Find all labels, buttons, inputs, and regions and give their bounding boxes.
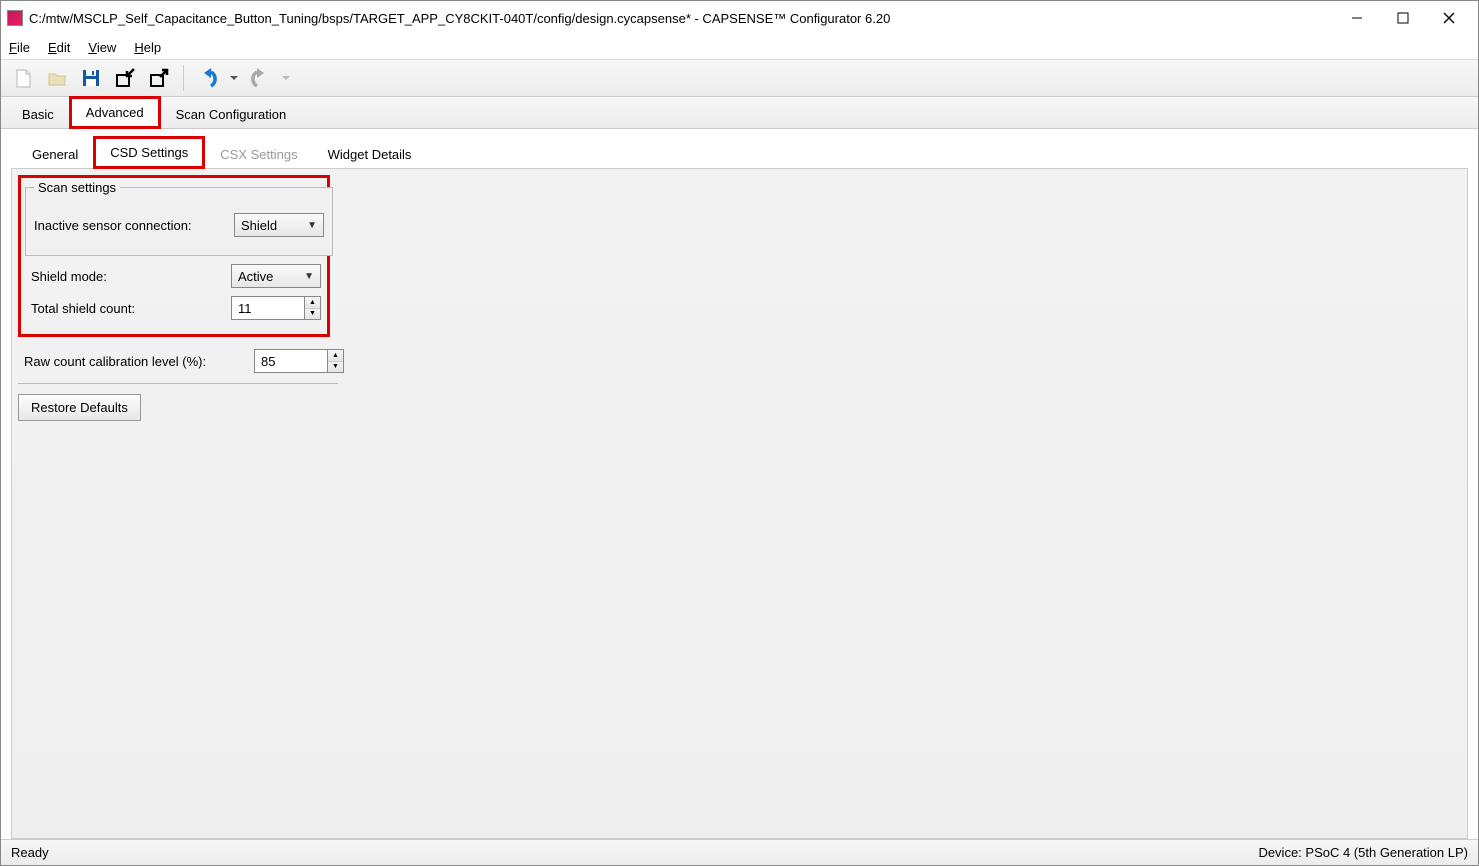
tab-csx-settings[interactable]: CSX Settings — [205, 140, 312, 168]
raw-count-calibration-label: Raw count calibration level (%): — [24, 354, 254, 369]
import-icon[interactable] — [111, 64, 139, 92]
undo-dropdown-icon[interactable] — [228, 64, 240, 92]
inactive-sensor-combo[interactable]: Shield ▼ — [234, 213, 324, 237]
toolbar-separator — [183, 65, 184, 91]
tab-csd-settings[interactable]: CSD Settings — [93, 136, 205, 169]
tab-basic[interactable]: Basic — [7, 100, 69, 128]
status-ready: Ready — [11, 845, 49, 860]
shield-mode-value: Active — [238, 269, 273, 284]
spinner-up-icon[interactable]: ▲ — [305, 297, 320, 309]
menu-help[interactable]: Help — [134, 40, 161, 55]
secondary-tab-bar: General CSD Settings CSX Settings Widget… — [11, 139, 1468, 169]
app-icon — [7, 10, 23, 26]
inactive-sensor-value: Shield — [241, 218, 277, 233]
toolbar — [1, 59, 1478, 97]
shield-mode-combo[interactable]: Active ▼ — [231, 264, 321, 288]
spinner-down-icon[interactable]: ▼ — [328, 362, 343, 373]
divider — [18, 383, 338, 384]
status-device: Device: PSoC 4 (5th Generation LP) — [1258, 845, 1468, 860]
undo-icon[interactable] — [194, 64, 222, 92]
total-shield-count-value: 11 — [232, 301, 304, 316]
chevron-down-icon: ▼ — [307, 220, 317, 231]
tab-scan-configuration[interactable]: Scan Configuration — [161, 100, 302, 128]
content-area: General CSD Settings CSX Settings Widget… — [1, 129, 1478, 839]
spinner-up-icon[interactable]: ▲ — [328, 350, 343, 362]
primary-tab-bar: Basic Advanced Scan Configuration — [1, 97, 1478, 129]
redo-icon[interactable] — [246, 64, 274, 92]
menu-edit[interactable]: Edit — [48, 40, 70, 55]
scan-settings-legend: Scan settings — [34, 180, 120, 195]
menu-bar: File Edit View Help — [1, 35, 1478, 59]
total-shield-count-spinner[interactable]: 11 ▲ ▼ — [231, 296, 321, 320]
raw-count-calibration-value: 85 — [255, 354, 327, 369]
tab-advanced[interactable]: Advanced — [69, 96, 161, 129]
raw-count-calibration-spinner[interactable]: 85 ▲ ▼ — [254, 349, 344, 373]
maximize-button[interactable] — [1380, 3, 1426, 33]
menu-file[interactable]: File — [9, 40, 30, 55]
tab-widget-details[interactable]: Widget Details — [313, 140, 427, 168]
total-shield-count-label: Total shield count: — [31, 301, 231, 316]
window-title: C:/mtw/MSCLP_Self_Capacitance_Button_Tun… — [29, 11, 1334, 26]
scan-settings-fieldset: Scan settings Inactive sensor connection… — [25, 180, 333, 256]
save-icon[interactable] — [77, 64, 105, 92]
chevron-down-icon: ▼ — [304, 271, 314, 282]
csd-settings-panel: Scan settings Inactive sensor connection… — [11, 169, 1468, 839]
menu-view[interactable]: View — [88, 40, 116, 55]
minimize-button[interactable] — [1334, 3, 1380, 33]
restore-defaults-button[interactable]: Restore Defaults — [18, 394, 141, 421]
spinner-down-icon[interactable]: ▼ — [305, 309, 320, 320]
export-icon[interactable] — [145, 64, 173, 92]
title-bar: C:/mtw/MSCLP_Self_Capacitance_Button_Tun… — [1, 1, 1478, 35]
inactive-sensor-label: Inactive sensor connection: — [34, 218, 234, 233]
new-file-icon[interactable] — [9, 64, 37, 92]
status-bar: Ready Device: PSoC 4 (5th Generation LP) — [1, 839, 1478, 865]
close-button[interactable] — [1426, 3, 1472, 33]
highlighted-scan-section: Scan settings Inactive sensor connection… — [18, 175, 330, 337]
shield-mode-label: Shield mode: — [31, 269, 231, 284]
open-file-icon[interactable] — [43, 64, 71, 92]
tab-general[interactable]: General — [17, 140, 93, 168]
redo-dropdown-icon[interactable] — [280, 64, 292, 92]
